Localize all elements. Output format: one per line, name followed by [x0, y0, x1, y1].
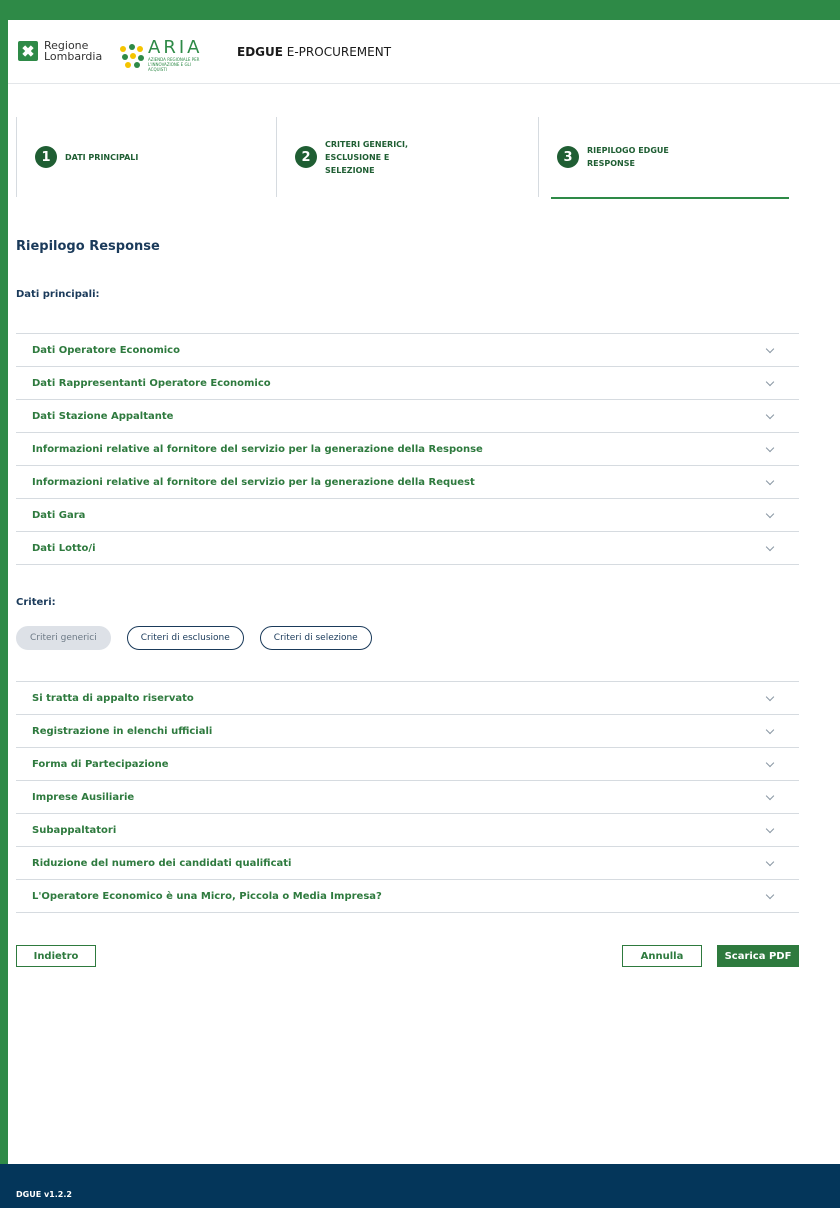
chevron-down-icon [765, 476, 775, 485]
accordion-item[interactable]: Dati Stazione Appaltante [16, 400, 799, 433]
accordion-item[interactable]: Imprese Ausiliarie [16, 781, 799, 814]
accordion-item-label: Dati Stazione Appaltante [32, 410, 174, 422]
active-step-indicator [551, 197, 789, 199]
step-number-badge: 3 [557, 146, 579, 168]
chevron-down-icon [765, 791, 775, 800]
accordion-item[interactable]: L'Operatore Economico è una Micro, Picco… [16, 880, 799, 913]
aria-dots-icon [120, 43, 144, 68]
download-pdf-button[interactable]: Scarica PDF [717, 945, 799, 967]
step-riepilogo[interactable]: 3 RIEPILOGO EDGUE RESPONSE [538, 117, 802, 199]
chevron-down-icon [765, 824, 775, 833]
chevron-down-icon [765, 890, 775, 899]
aria-logo-subtitle: AZIENDA REGIONALE PER L'INNOVAZIONE E GL… [148, 57, 200, 72]
app-title-bold: EDGUE [237, 45, 283, 59]
step-label: RIEPILOGO EDGUE RESPONSE [587, 146, 669, 168]
accordion-item[interactable]: Riduzione del numero dei candidati quali… [16, 847, 799, 880]
filter-criteri-esclusione[interactable]: Criteri di esclusione [126, 626, 244, 650]
accordion-item-label: Dati Gara [32, 509, 86, 521]
chevron-down-icon [765, 344, 775, 353]
criteri-heading: Criteri: [16, 597, 56, 608]
accordion-item-label: Forma di Partecipazione [32, 758, 169, 770]
accordion-item[interactable]: Informazioni relative al fornitore del s… [16, 433, 799, 466]
accordion-item[interactable]: Si tratta di appalto riservato [16, 682, 799, 715]
chevron-down-icon [765, 377, 775, 386]
dati-principali-heading: Dati principali: [16, 289, 100, 300]
criteri-filter-group: Criteri generici Criteri di esclusione C… [16, 626, 372, 650]
chevron-down-icon [765, 725, 775, 734]
aria-logo-text: ARIA [148, 37, 203, 58]
version-label: DGUE v1.2.2 [16, 1190, 72, 1199]
accordion-item-label: Subappaltatori [32, 824, 117, 836]
accordion-item-label: Informazioni relative al fornitore del s… [32, 443, 483, 455]
chevron-down-icon [765, 410, 775, 419]
page-title: Riepilogo Response [16, 239, 160, 254]
app-title: EDGUE E-PROCUREMENT [237, 45, 391, 59]
criteri-accordion: Si tratta di appalto riservato Registraz… [16, 681, 799, 913]
chevron-down-icon [765, 509, 775, 518]
wizard-stepper: 1 DATI PRINCIPALI 2 CRITERI GENERICI, ES… [16, 117, 802, 199]
region-logo-line2: Lombardia [44, 50, 103, 63]
accordion-item-label: Dati Rappresentanti Operatore Economico [32, 377, 271, 389]
accordion-item-label: L'Operatore Economico è una Micro, Picco… [32, 890, 382, 902]
aria-logo[interactable]: ARIA AZIENDA REGIONALE PER L'INNOVAZIONE… [120, 39, 208, 72]
filter-criteri-generici[interactable]: Criteri generici [16, 626, 111, 650]
accordion-item-label: Si tratta di appalto riservato [32, 692, 194, 704]
accordion-item[interactable]: Dati Lotto/i [16, 532, 799, 565]
dati-principali-accordion: Dati Operatore Economico Dati Rappresent… [16, 333, 799, 565]
accordion-item[interactable]: Registrazione in elenchi ufficiali [16, 715, 799, 748]
step-label: DATI PRINCIPALI [65, 152, 139, 162]
step-dati-principali[interactable]: 1 DATI PRINCIPALI [16, 117, 276, 197]
chevron-down-icon [765, 692, 775, 701]
accordion-item-label: Imprese Ausiliarie [32, 791, 135, 803]
top-accent-bar [0, 0, 840, 20]
accordion-item-label: Informazioni relative al fornitore del s… [32, 476, 475, 488]
step-number-badge: 2 [295, 146, 317, 168]
chevron-down-icon [765, 758, 775, 767]
chevron-down-icon [765, 542, 775, 551]
regione-lombardia-logo[interactable]: Regione Lombardia [18, 40, 102, 62]
accordion-item-label: Dati Lotto/i [32, 542, 96, 554]
accordion-item[interactable]: Forma di Partecipazione [16, 748, 799, 781]
accordion-item[interactable]: Dati Operatore Economico [16, 334, 799, 367]
accordion-item-label: Registrazione in elenchi ufficiali [32, 725, 213, 737]
back-button[interactable]: Indietro [16, 945, 96, 967]
app-title-rest: E-PROCUREMENT [282, 45, 392, 59]
chevron-down-icon [765, 443, 775, 452]
regione-lombardia-mark-icon [18, 41, 38, 61]
accordion-item[interactable]: Subappaltatori [16, 814, 799, 847]
cancel-button[interactable]: Annulla [622, 945, 702, 967]
step-number-badge: 1 [35, 146, 57, 168]
left-accent-bar [0, 20, 8, 1164]
step-criteri[interactable]: 2 CRITERI GENERICI, ESCLUSIONE E SELEZIO… [276, 117, 538, 197]
filter-criteri-selezione[interactable]: Criteri di selezione [259, 626, 372, 650]
accordion-item[interactable]: Dati Gara [16, 499, 799, 532]
app-footer: DGUE v1.2.2 [0, 1164, 840, 1208]
chevron-down-icon [765, 857, 775, 866]
step-label: CRITERI GENERICI, ESCLUSIONE E SELEZIONE [325, 139, 409, 175]
accordion-item-label: Dati Operatore Economico [32, 344, 180, 356]
accordion-item-label: Riduzione del numero dei candidati quali… [32, 857, 292, 869]
app-header: Regione Lombardia ARIA AZIENDA REGIONALE… [8, 20, 840, 84]
accordion-item[interactable]: Dati Rappresentanti Operatore Economico [16, 367, 799, 400]
accordion-item[interactable]: Informazioni relative al fornitore del s… [16, 466, 799, 499]
